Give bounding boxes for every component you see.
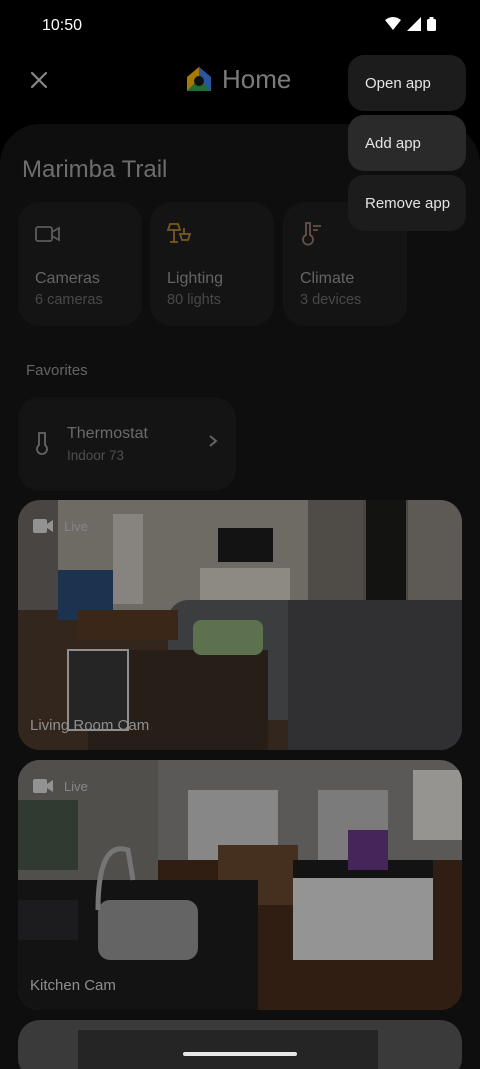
thermostat-sub: Indoor 73 xyxy=(67,448,125,463)
camera-name: Kitchen Cam xyxy=(30,977,116,994)
partial-camera-image xyxy=(18,1020,462,1069)
tile-sub: 80 lights xyxy=(167,292,222,308)
status-icons xyxy=(385,17,436,31)
menu-remove-app[interactable]: Remove app xyxy=(348,175,466,231)
camera-icon xyxy=(33,779,53,793)
thermometer-icon xyxy=(302,222,321,246)
camera-feed-partial[interactable] xyxy=(18,1020,462,1069)
camera-icon xyxy=(33,519,53,533)
gesture-bar[interactable] xyxy=(183,1052,297,1056)
status-time: 10:50 xyxy=(42,17,83,34)
status-bar: 10:50 xyxy=(0,0,480,54)
signal-icon xyxy=(407,17,421,31)
tile-sub: 3 devices xyxy=(300,292,362,308)
tile-sub: 6 cameras xyxy=(35,292,103,308)
tile-label: Cameras xyxy=(35,270,100,287)
tile-cameras[interactable]: Cameras 6 cameras xyxy=(18,202,142,326)
live-label: Live xyxy=(64,778,88,794)
camera-name: Living Room Cam xyxy=(30,717,150,734)
camera-icon xyxy=(35,226,60,242)
page-title: Home xyxy=(222,64,292,94)
battery-icon xyxy=(427,17,436,31)
thermometer-icon xyxy=(36,432,48,455)
kitchen-image xyxy=(18,760,462,1010)
favorites-heading: Favorites xyxy=(26,362,88,379)
google-home-logo xyxy=(187,67,211,91)
menu-open-app[interactable]: Open app xyxy=(348,55,466,111)
menu-add-app[interactable]: Add app xyxy=(348,115,466,171)
home-name: Marimba Trail xyxy=(22,156,168,183)
close-button[interactable] xyxy=(24,65,54,95)
wifi-icon xyxy=(385,17,401,30)
tile-label: Climate xyxy=(300,270,355,287)
live-indicator: Live xyxy=(32,518,88,534)
tile-lighting[interactable]: Lighting 80 lights xyxy=(150,202,274,326)
camera-feed-kitchen[interactable]: Live Kitchen Cam xyxy=(18,760,462,1010)
camera-feed-living-room[interactable]: Live Living Room Cam xyxy=(18,500,462,750)
live-label: Live xyxy=(64,518,88,534)
thermostat-card[interactable]: Thermostat Indoor 73 xyxy=(18,397,236,491)
living-room-image xyxy=(18,500,462,750)
tile-label: Lighting xyxy=(167,270,224,287)
chevron-right-icon xyxy=(209,435,218,447)
thermostat-title: Thermostat xyxy=(67,425,148,442)
close-icon xyxy=(30,71,48,89)
live-indicator: Live xyxy=(32,778,88,794)
lighting-icon xyxy=(166,223,192,243)
